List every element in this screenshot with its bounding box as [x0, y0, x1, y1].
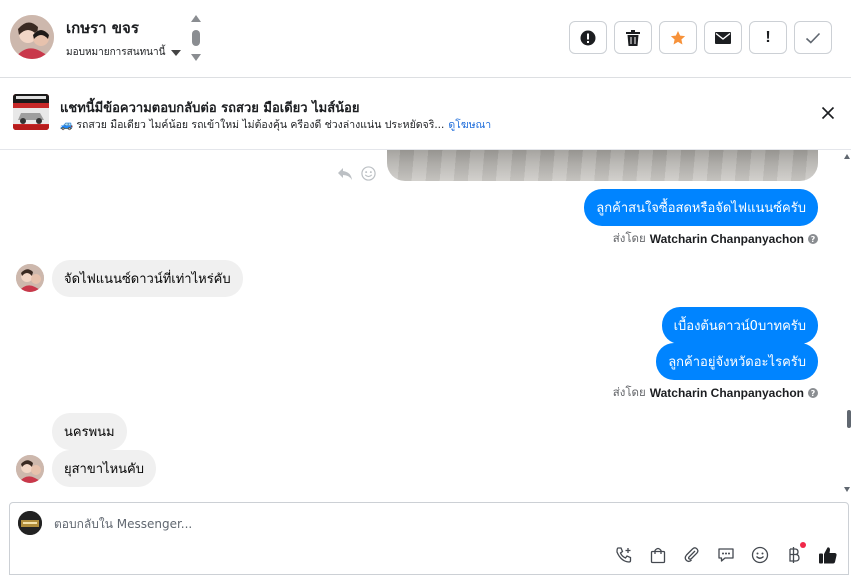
reply-composer	[9, 502, 849, 575]
shopping-bag-icon	[650, 547, 666, 564]
notification-dot	[800, 542, 806, 548]
page-avatar	[18, 511, 42, 535]
call-button[interactable]	[614, 545, 634, 565]
outgoing-message[interactable]: ลูกค้าสนใจซื้อสดหรือจัดไฟแนนซ์ครับ	[584, 189, 818, 226]
ad-subtitle-row: 🚙 รถสวย มือเดียว ไมค์น้อย รถเข้าใหม่ ไม่…	[60, 116, 491, 133]
incoming-message[interactable]: ยุสาขาไหนคับ	[52, 450, 156, 487]
envelope-icon	[715, 31, 731, 44]
reply-input[interactable]	[54, 513, 754, 535]
view-ad-link[interactable]: ดูโฆษณา	[448, 116, 491, 133]
conversation-header: เกษรา ขจร มอบหมายการสนทนานี้ !	[0, 0, 851, 78]
saved-replies-button[interactable]	[716, 545, 736, 565]
payment-button[interactable]	[784, 542, 806, 565]
next-arrow-icon[interactable]	[191, 54, 201, 61]
delete-button[interactable]	[614, 21, 652, 54]
chevron-down-icon	[171, 49, 182, 56]
info-icon[interactable]: ?	[808, 388, 818, 398]
sent-by-label: ส่งโดย Watcharin Chanpanyachon ?	[613, 230, 818, 248]
contact-name[interactable]: เกษรา ขจร	[66, 16, 139, 40]
chat-bubble-icon	[718, 548, 734, 562]
outgoing-message[interactable]: เบื้องต้นดาวน์0บาทครับ	[661, 307, 818, 344]
previous-arrow-icon[interactable]	[191, 15, 201, 22]
conversation-nav	[189, 15, 203, 61]
like-button[interactable]	[818, 545, 838, 565]
assign-conversation-dropdown[interactable]: มอบหมายการสนทนานี้	[66, 45, 182, 60]
star-icon	[670, 30, 686, 44]
paperclip-icon	[684, 547, 699, 563]
exclamation-icon: !	[765, 28, 771, 46]
ad-subtitle: 🚙 รถสวย มือเดียว ไมค์น้อย รถเข้าใหม่ ไม่…	[60, 119, 445, 131]
emoji-button[interactable]	[750, 545, 770, 565]
trash-icon	[626, 29, 640, 46]
header-actions: !	[569, 21, 832, 54]
close-icon[interactable]	[821, 106, 835, 120]
sent-by-label: ส่งโดย Watcharin Chanpanyachon ?	[613, 384, 818, 402]
react-smiley-icon[interactable]	[361, 166, 376, 181]
contact-avatar[interactable]	[10, 15, 54, 59]
check-icon	[805, 32, 821, 44]
message-thread: ลูกค้าสนใจซื้อสดหรือจัดไฟแนนซ์ครับ ส่งโด…	[0, 150, 840, 498]
shop-button[interactable]	[648, 545, 668, 565]
mark-unread-button[interactable]	[704, 21, 742, 54]
star-button[interactable]	[659, 21, 697, 54]
ad-title: แชทนี้มีข้อความตอบกลับต่อ รถสวย มือเดียว…	[60, 101, 360, 116]
scroll-down-arrow-icon[interactable]	[844, 487, 850, 492]
incoming-message[interactable]: จัดไฟแนนซ์ดาวน์ที่เท่าไหร่คับ	[52, 260, 243, 297]
ad-thumbnail[interactable]	[13, 94, 49, 130]
composer-toolbar	[614, 542, 838, 565]
scroll-thumb[interactable]	[847, 410, 851, 428]
sender-name[interactable]: Watcharin Chanpanyachon	[650, 386, 804, 400]
outgoing-message[interactable]: ลูกค้าอยู่จังหวัดอะไรครับ	[656, 343, 818, 380]
sent-by-prefix: ส่งโดย	[612, 385, 646, 399]
contact-avatar-small[interactable]	[16, 264, 44, 292]
follow-up-button[interactable]: !	[749, 21, 787, 54]
attach-button[interactable]	[682, 545, 702, 565]
image-attachment[interactable]	[387, 150, 818, 181]
incoming-message[interactable]: นครพนม	[52, 413, 127, 450]
emoji-smiley-icon	[751, 546, 769, 564]
contact-avatar-small[interactable]	[16, 455, 44, 483]
ad-reply-banner: แชทนี้มีข้อความตอบกลับต่อ รถสวย มือเดียว…	[0, 78, 851, 150]
message-tools	[337, 166, 376, 181]
spam-button[interactable]	[569, 21, 607, 54]
reply-icon[interactable]	[337, 167, 353, 181]
baht-currency-icon	[789, 547, 800, 563]
alert-circle-icon	[580, 30, 596, 45]
phone-plus-icon	[616, 547, 632, 563]
assign-label: มอบหมายการสนทนานี้	[66, 47, 166, 58]
thread-scrollbar[interactable]	[843, 150, 851, 498]
info-icon[interactable]: ?	[808, 234, 818, 244]
sent-by-prefix: ส่งโดย	[612, 231, 646, 245]
nav-handle	[192, 30, 200, 46]
sender-name[interactable]: Watcharin Chanpanyachon	[650, 232, 804, 246]
scroll-up-arrow-icon[interactable]	[844, 154, 850, 159]
thumbs-up-icon	[819, 547, 837, 564]
mark-done-button[interactable]	[794, 21, 832, 54]
